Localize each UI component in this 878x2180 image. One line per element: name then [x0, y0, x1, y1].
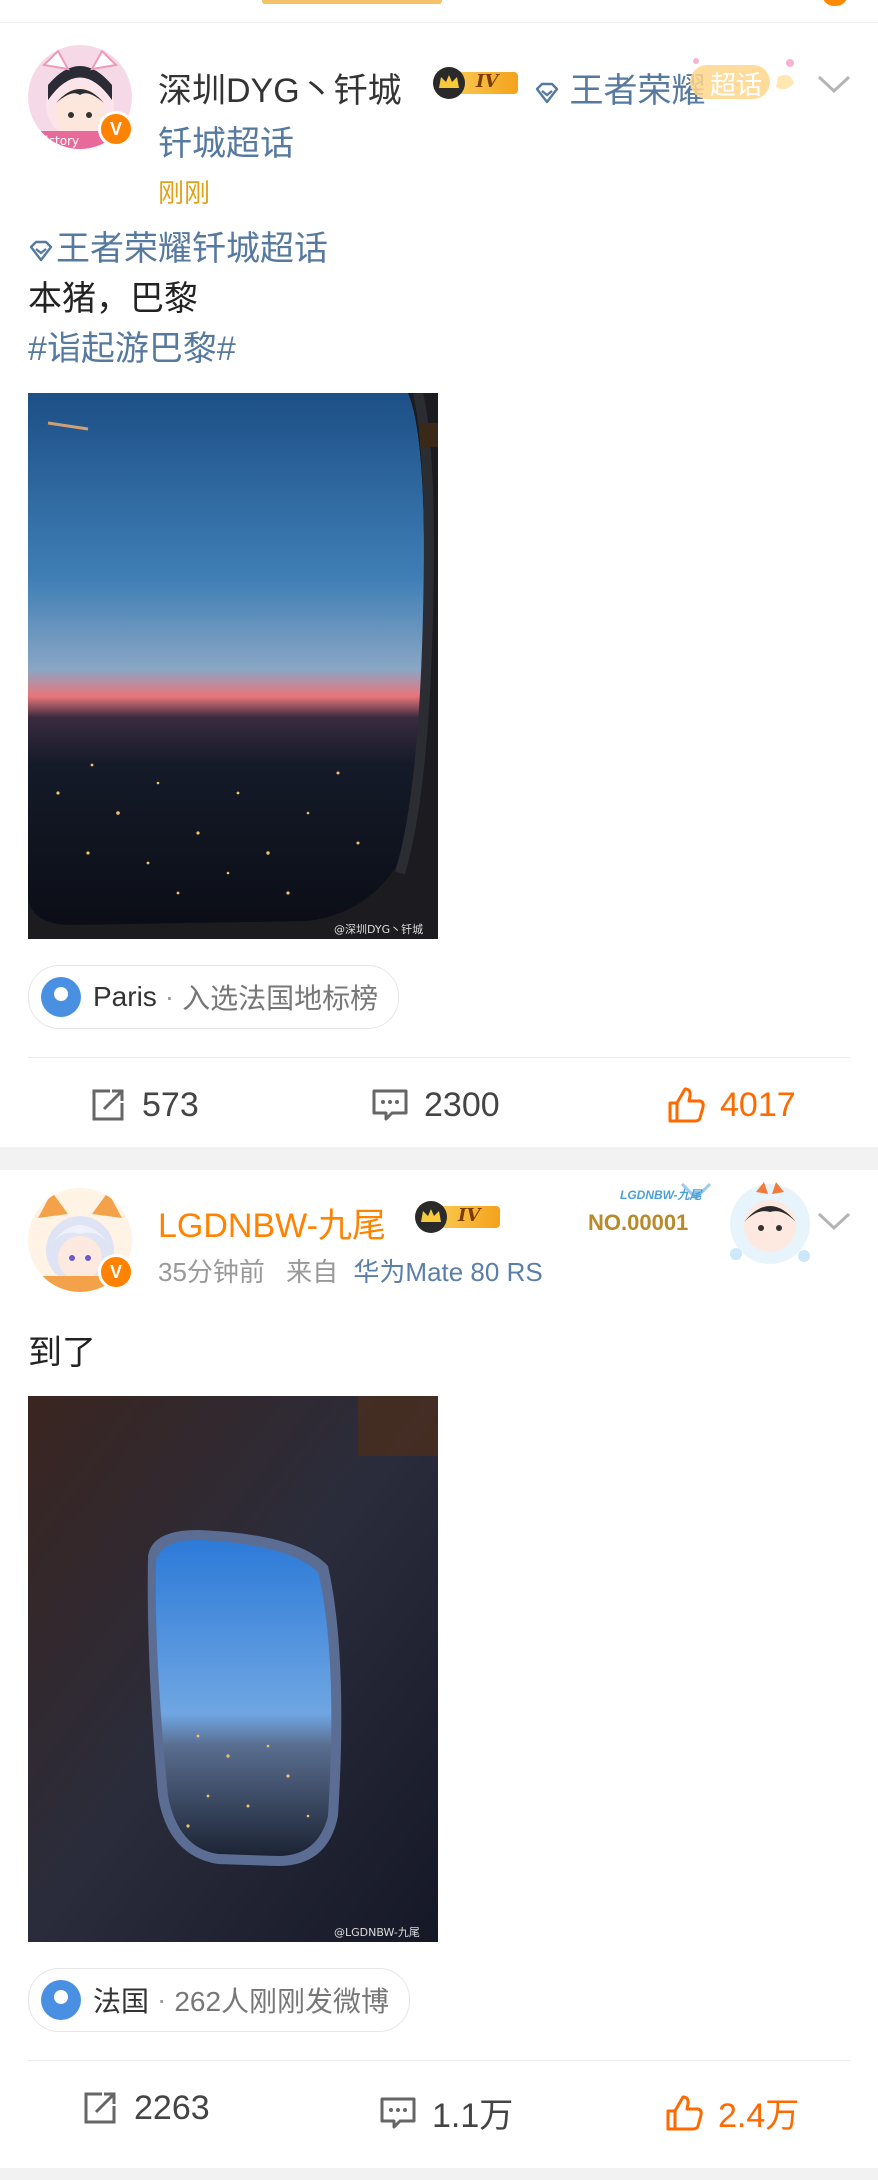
crown-icon: [415, 1201, 447, 1233]
avatar[interactable]: victory V: [28, 45, 134, 149]
notification-dot: [822, 0, 848, 6]
supertopic-sticker: 超话: [682, 53, 802, 109]
diamond-icon: [535, 82, 559, 104]
separator-dot: ·: [157, 1984, 167, 2015]
post-text: 到了: [28, 1334, 96, 1372]
divider: [28, 2060, 850, 2061]
verified-badge-icon: V: [98, 111, 134, 147]
location-chip[interactable]: 法国 · 262人刚刚发微博: [28, 1968, 411, 2032]
post-time: 35分钟前: [158, 1257, 265, 1287]
thumbs-up-icon: [668, 1087, 705, 1123]
separator-dot: ·: [164, 981, 175, 1012]
top-status-strip: [0, 0, 878, 23]
chevron-down-icon[interactable]: [816, 73, 852, 95]
photo-watermark: @深圳DYG丶钎城: [334, 923, 423, 936]
post-time: 刚刚: [158, 178, 211, 208]
like-button[interactable]: 2.4万: [664, 2088, 799, 2137]
fan-badge-number: NO.00001: [588, 1210, 689, 1235]
photo-watermark: @LGDNBW-九尾: [334, 1926, 420, 1939]
post-photo[interactable]: @深圳DYG丶钎城: [28, 393, 438, 939]
hashtag-link[interactable]: #诣起游巴黎#: [28, 324, 328, 374]
repost-button[interactable]: 573: [88, 1085, 199, 1125]
repost-icon: [92, 1089, 124, 1121]
feed-post: V LGDNBW-九尾 IV LGDNBW-九尾 NO.00001 35分钟前 …: [0, 1170, 878, 2168]
avatar[interactable]: V: [28, 1188, 134, 1292]
username[interactable]: 深圳DYG丶钎城: [158, 63, 402, 112]
location-pin-icon: [41, 1980, 81, 2020]
repost-icon: [84, 2092, 116, 2124]
supertopic-link[interactable]: 王者荣耀: [534, 63, 705, 112]
divider: [28, 1057, 850, 1058]
source-prefix: 来自: [286, 1257, 339, 1287]
feed-separator: [0, 2168, 878, 2180]
location-chip[interactable]: Paris · 入选法国地标榜: [28, 965, 400, 1029]
post-text-line: 本猪，巴黎: [28, 280, 198, 318]
comment-button[interactable]: 1.1万: [378, 2088, 513, 2137]
supertopic-link-continued[interactable]: 钎城超话: [158, 116, 294, 165]
post-text: 王者荣耀钎城超话 本猪，巴黎 #诣起游巴黎#: [28, 224, 328, 374]
location-pin-icon: [41, 977, 81, 1017]
post-photo[interactable]: @LGDNBW-九尾: [28, 1396, 438, 1942]
feed-separator: [0, 1147, 878, 1170]
topic-tag-link[interactable]: 王者荣耀钎城超话: [28, 224, 328, 274]
fan-badge[interactable]: LGDNBW-九尾 NO.00001: [586, 1178, 818, 1268]
tab-indicator: [262, 0, 442, 4]
comment-icon: [380, 2097, 416, 2128]
username[interactable]: LGDNBW-九尾: [158, 1198, 386, 1247]
location-desc: 262人刚刚发微博: [174, 1986, 390, 2017]
repost-button[interactable]: 2263: [80, 2088, 210, 2128]
feed-post: victory V 深圳DYG丶钎城 IV 王者荣耀 超话 钎城超话 刚刚 王者…: [0, 23, 878, 1147]
comment-button[interactable]: 2300: [370, 1085, 500, 1125]
member-level-badge: IV: [414, 1200, 500, 1233]
post-meta: 35分钟前 来自 华为Mate 80 RS: [158, 1252, 543, 1289]
diamond-icon: [29, 240, 53, 262]
like-button[interactable]: 4017: [666, 1085, 796, 1125]
member-level-badge: IV: [432, 66, 518, 99]
crown-icon: [433, 67, 465, 99]
svg-text:victory: victory: [38, 134, 79, 148]
thumbs-up-icon: [666, 2095, 703, 2130]
location-name: Paris: [93, 981, 157, 1012]
fan-badge-name: LGDNBW-九尾: [620, 1188, 702, 1202]
comment-icon: [372, 1089, 408, 1121]
source-device-link[interactable]: 华为Mate 80 RS: [353, 1257, 542, 1287]
location-desc: 入选法国地标榜: [182, 983, 379, 1014]
location-name: 法国: [93, 1986, 150, 2017]
verified-badge-icon: V: [98, 1254, 134, 1290]
chevron-down-icon[interactable]: [816, 1210, 852, 1232]
